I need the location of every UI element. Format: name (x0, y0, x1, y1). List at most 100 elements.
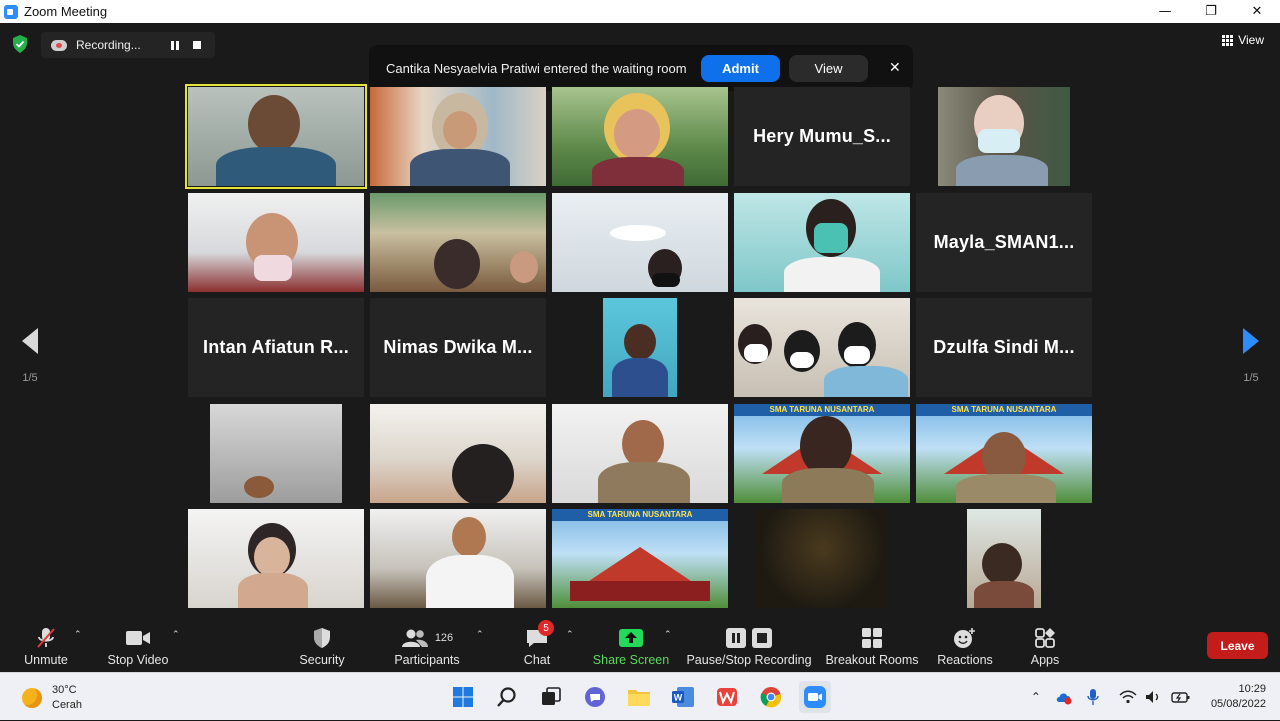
wps-office-button[interactable] (711, 681, 743, 713)
chrome-browser-button[interactable] (755, 681, 787, 713)
windows-start-button[interactable] (447, 681, 479, 713)
task-view-button[interactable] (535, 681, 567, 713)
video-tile[interactable] (734, 509, 910, 608)
participant-name: Dzulfa Sindi M... (933, 337, 1075, 357)
minimize-button[interactable]: — (1142, 0, 1188, 23)
onedrive-cloud-icon[interactable] (1055, 689, 1073, 705)
show-hidden-icons-chevron-up-icon[interactable]: ⌃ (1031, 690, 1041, 704)
pause-recording-button[interactable] (164, 34, 186, 56)
next-page-button[interactable]: 1/5 (1236, 328, 1266, 384)
video-tile[interactable] (185, 84, 367, 189)
security-button[interactable]: Security (298, 619, 346, 672)
windows-logo-icon (453, 687, 473, 707)
microphone-in-use-icon[interactable] (1087, 688, 1099, 706)
leave-meeting-button[interactable]: Leave (1207, 632, 1268, 659)
chat-unread-badge: 5 (538, 620, 554, 636)
share-options-caret[interactable]: ⌃ (664, 630, 672, 640)
video-tile[interactable] (370, 87, 546, 186)
pause-stop-recording-label: Pause/Stop Recording (686, 653, 812, 667)
weather-widget[interactable]: 30°C Cerah (22, 683, 82, 713)
apps-button[interactable]: Apps (1028, 619, 1062, 672)
video-tile[interactable] (916, 509, 1092, 608)
wifi-icon[interactable] (1119, 690, 1137, 704)
video-tile[interactable]: SMA TARUNA NUSANTARA (734, 404, 910, 503)
admit-button[interactable]: Admit (701, 54, 780, 82)
video-tile[interactable] (734, 193, 910, 292)
window-title: Zoom Meeting (24, 4, 108, 19)
audio-options-caret[interactable]: ⌃ (74, 630, 82, 640)
video-options-caret[interactable]: ⌃ (172, 630, 180, 640)
video-tile[interactable] (916, 87, 1092, 186)
maximize-button[interactable]: ❐ (1188, 0, 1234, 23)
chat-label: Chat (523, 653, 551, 667)
video-tile[interactable] (552, 404, 728, 503)
recording-label: Recording... (76, 38, 141, 52)
title-bar: Zoom Meeting — ❐ ✕ (0, 0, 1280, 23)
cloud-recording-icon (51, 39, 67, 51)
breakout-rooms-icon (862, 628, 882, 648)
breakout-rooms-button[interactable]: Breakout Rooms (825, 619, 919, 672)
participant-name-tile[interactable]: Hery Mumu_S... (734, 87, 910, 186)
teams-chat-button[interactable] (579, 681, 611, 713)
apps-icon (1035, 628, 1055, 648)
close-notification-button[interactable]: ✕ (889, 60, 901, 76)
pause-icon (171, 40, 179, 50)
zoom-app-taskbar-button[interactable] (799, 681, 831, 713)
page-indicator-right: 1/5 (1243, 372, 1259, 384)
chat-button[interactable]: 5 Chat (521, 619, 554, 672)
svg-text:W: W (674, 693, 683, 703)
view-waiting-room-button[interactable]: View (789, 54, 868, 82)
video-tile[interactable]: SMA TARUNA NUSANTARA (552, 509, 728, 608)
participants-button[interactable]: 126 Participants (392, 619, 462, 672)
taskbar-search-button[interactable] (491, 681, 523, 713)
chat-options-caret[interactable]: ⌃ (566, 630, 574, 640)
previous-page-button[interactable]: 1/5 (15, 328, 45, 384)
meeting-area: Recording... Cantika Nesyaelvia Pratiwi … (0, 23, 1280, 619)
reactions-button[interactable]: Reactions (936, 619, 994, 672)
participant-name-tile[interactable]: Intan Afiatun R... (188, 298, 364, 397)
battery-charging-icon[interactable] (1171, 690, 1191, 704)
muted-microphone-icon (37, 628, 55, 648)
video-tile[interactable]: SMA TARUNA NUSANTARA (916, 404, 1092, 503)
view-layout-button[interactable]: View (1222, 33, 1264, 47)
participant-name: Nimas Dwika M... (383, 337, 533, 357)
video-tile[interactable] (188, 193, 364, 292)
pause-stop-recording-icon (726, 628, 772, 648)
clock-time: 10:29 (1238, 683, 1266, 695)
pause-stop-recording-button[interactable]: Pause/Stop Recording (686, 619, 812, 672)
participant-name-tile[interactable]: Dzulfa Sindi M... (916, 298, 1092, 397)
wps-office-icon (717, 688, 737, 706)
video-tile[interactable] (552, 193, 728, 292)
system-clock[interactable]: 10:29 05/08/2022 (1211, 682, 1266, 712)
share-screen-button[interactable]: Share Screen (593, 619, 669, 672)
close-window-button[interactable]: ✕ (1234, 0, 1280, 23)
video-tile[interactable] (370, 509, 546, 608)
participant-name-tile[interactable]: Mayla_SMAN1... (916, 193, 1092, 292)
unmute-button[interactable]: Unmute (22, 619, 70, 672)
search-icon (497, 687, 516, 707)
reactions-label: Reactions (937, 653, 993, 667)
participants-count: 126 (434, 632, 454, 644)
video-tile[interactable] (188, 509, 364, 608)
video-tile[interactable] (552, 87, 728, 186)
file-explorer-button[interactable] (623, 681, 655, 713)
video-tile[interactable] (188, 404, 364, 503)
stop-recording-button[interactable] (186, 34, 208, 56)
stop-video-button[interactable]: Stop Video (106, 619, 170, 672)
video-tile[interactable] (552, 298, 728, 397)
security-shield-icon[interactable] (12, 35, 28, 53)
window-controls: — ❐ ✕ (1142, 0, 1280, 23)
volume-icon[interactable] (1145, 690, 1163, 704)
video-tile[interactable] (734, 298, 910, 397)
weather-temperature: 30°C (52, 684, 77, 696)
word-app-button[interactable]: W (667, 681, 699, 713)
security-shield-icon (314, 628, 330, 648)
participant-name-tile[interactable]: Nimas Dwika M... (370, 298, 546, 397)
weather-description: Cerah (52, 699, 82, 711)
school-banner: SMA TARUNA NUSANTARA (552, 509, 728, 521)
video-tile[interactable] (370, 193, 546, 292)
taskbar-pinned-apps: W (447, 681, 843, 713)
grid-icon (1222, 34, 1234, 46)
video-tile[interactable] (370, 404, 546, 503)
participants-options-caret[interactable]: ⌃ (476, 630, 484, 640)
